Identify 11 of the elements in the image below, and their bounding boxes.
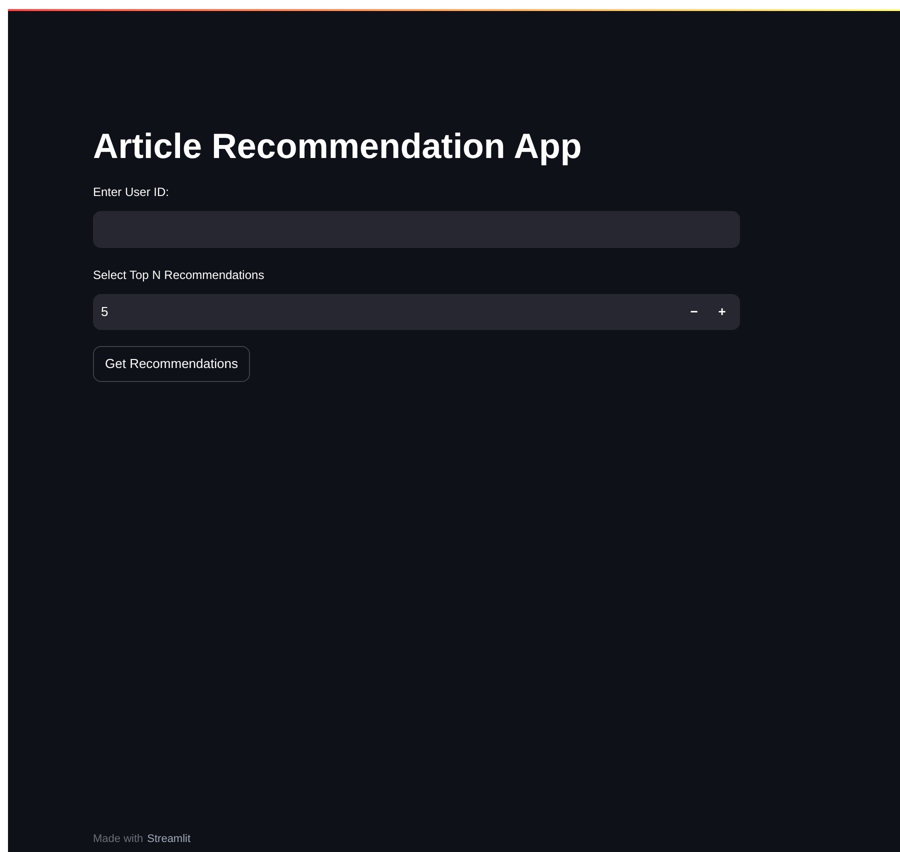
number-input-field[interactable]: 5 − + (93, 294, 740, 330)
number-value[interactable]: 5 (101, 302, 680, 322)
get-recommendations-button[interactable]: Get Recommendations (93, 346, 250, 382)
field-label: Select Top N Recommendations (93, 266, 266, 284)
decrement-button[interactable]: − (680, 298, 708, 326)
field-label: Enter User ID: (93, 184, 170, 201)
footer-text: Made with (93, 832, 144, 846)
increment-button[interactable]: + (708, 298, 736, 326)
user-id-input-field[interactable] (93, 210, 740, 248)
page-title: Article Recommendation App (93, 126, 583, 168)
streamlit-link[interactable]: Streamlit (147, 830, 191, 847)
